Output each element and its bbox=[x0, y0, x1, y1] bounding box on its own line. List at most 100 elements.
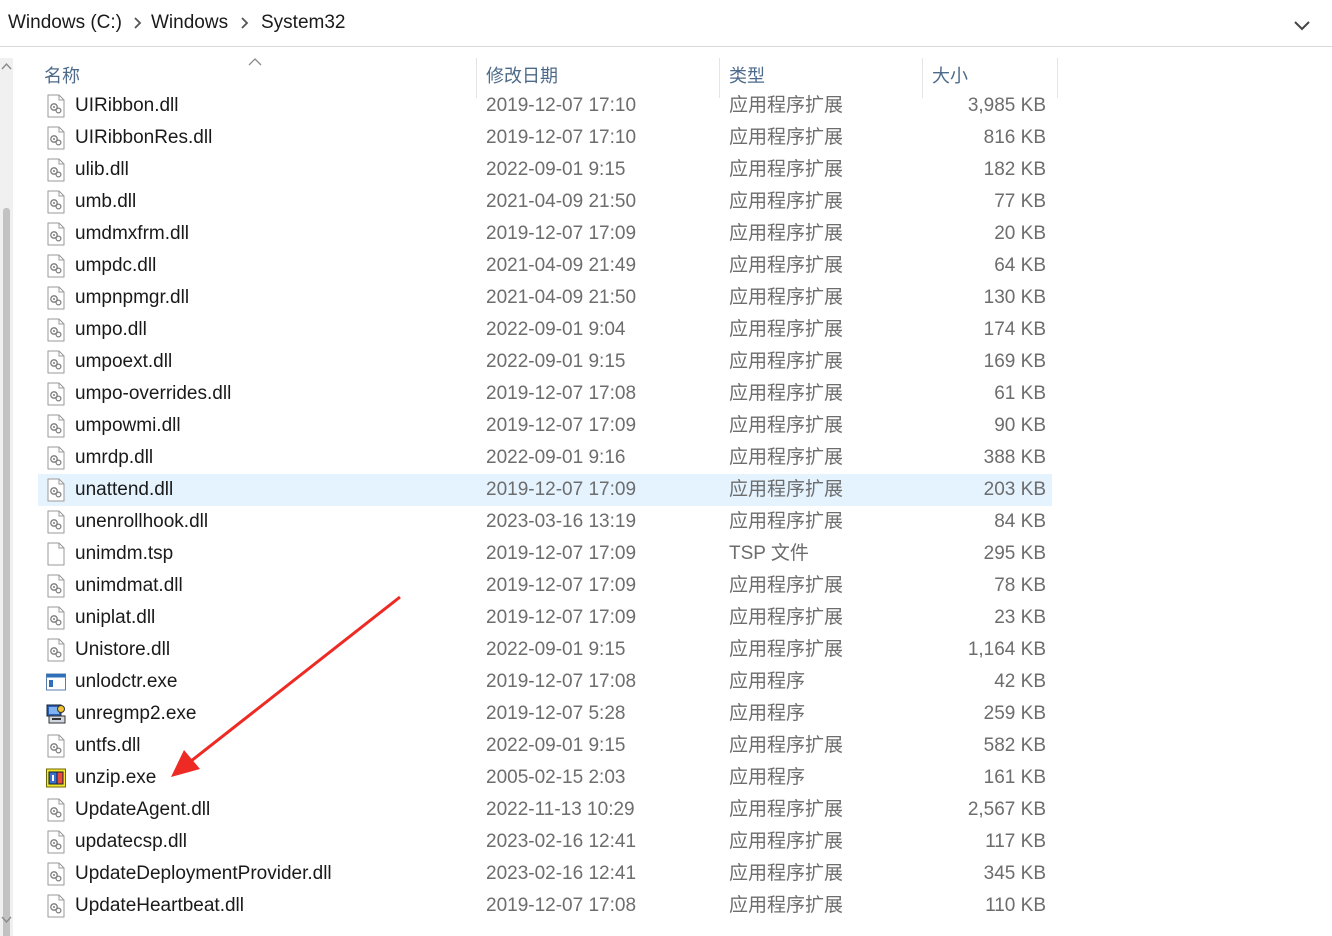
address-bar[interactable]: Windows (C:) Windows System32 bbox=[0, 0, 1332, 47]
file-row[interactable]: umpo-overrides.dll 2019-12-07 17:08 应用程序扩展… bbox=[38, 378, 1052, 410]
file-date: 2019-12-07 17:08 bbox=[486, 383, 637, 404]
file-row[interactable]: umrdp.dll 2022-09-01 9:16 应用程序扩展 388 KB bbox=[38, 442, 1052, 474]
file-row[interactable]: UIRibbon.dll 2019-12-07 17:10 应用程序扩展 3,985 … bbox=[38, 90, 1052, 122]
file-size: 816 KB bbox=[983, 127, 1046, 148]
file-size: 259 KB bbox=[983, 703, 1046, 724]
file-row-selected[interactable]: unattend.dll 2019-12-07 17:09 应用程序扩展 203 KB bbox=[38, 474, 1052, 506]
file-date: 2019-12-07 17:09 bbox=[486, 575, 637, 596]
dll-icon bbox=[46, 798, 66, 822]
file-date: 2021-04-09 21:50 bbox=[486, 287, 637, 308]
file-row[interactable]: umpnpmgr.dll 2021-04-09 21:50 应用程序扩展 130 KB bbox=[38, 282, 1052, 314]
file-row[interactable]: UpdateAgent.dll 2022-11-13 10:29 应用程序扩展 2,5… bbox=[38, 794, 1052, 826]
exe-window-icon bbox=[46, 670, 66, 694]
file-size: 1,164 KB bbox=[967, 639, 1046, 660]
dll-icon bbox=[46, 414, 66, 438]
file-row[interactable]: UIRibbonRes.dll 2019-12-07 17:10 应用程序扩展 816… bbox=[38, 122, 1052, 154]
file-row[interactable]: unzip.exe 2005-02-15 2:03 应用程序 161 KB bbox=[38, 762, 1052, 794]
file-size: 23 KB bbox=[994, 607, 1046, 628]
chevron-right-icon[interactable] bbox=[131, 12, 145, 34]
file-type: 应用程序扩展 bbox=[729, 351, 844, 372]
file-date: 2023-03-16 13:19 bbox=[486, 511, 637, 532]
file-row[interactable]: unregmp2.exe 2019-12-07 5:28 应用程序 259 KB bbox=[38, 698, 1052, 730]
file-type: 应用程序扩展 bbox=[729, 863, 844, 884]
file-date: 2022-09-01 9:16 bbox=[486, 447, 626, 468]
file-name: UIRibbonRes.dll bbox=[75, 127, 213, 148]
breadcrumb-item-windows[interactable]: Windows bbox=[151, 10, 228, 36]
file-name: umpowmi.dll bbox=[75, 415, 181, 436]
file-row[interactable]: unlodctr.exe 2019-12-07 17:08 应用程序 42 KB bbox=[38, 666, 1052, 698]
file-row[interactable]: umpo.dll 2022-09-01 9:04 应用程序扩展 174 KB bbox=[38, 314, 1052, 346]
file-size: 110 KB bbox=[985, 895, 1046, 916]
file-row[interactable]: uniplat.dll 2019-12-07 17:09 应用程序扩展 23 KB bbox=[38, 602, 1052, 634]
file-date: 2019-12-07 17:09 bbox=[486, 415, 637, 436]
file-type: 应用程序扩展 bbox=[729, 831, 844, 852]
file-date: 2019-12-07 17:09 bbox=[486, 223, 637, 244]
file-name: unimdm.tsp bbox=[75, 543, 174, 564]
file-row[interactable]: unenrollhook.dll 2023-03-16 13:19 应用程序扩展 84… bbox=[38, 506, 1052, 538]
chevron-down-icon[interactable] bbox=[1288, 12, 1316, 38]
file-type: 应用程序扩展 bbox=[729, 639, 844, 660]
file-row[interactable]: untfs.dll 2022-09-01 9:15 应用程序扩展 582 KB bbox=[38, 730, 1052, 762]
file-type: 应用程序扩展 bbox=[729, 319, 844, 340]
breadcrumb-item-system32[interactable]: System32 bbox=[261, 10, 345, 36]
column-header-size[interactable]: 大小 bbox=[924, 58, 1056, 92]
file-type: 应用程序扩展 bbox=[729, 799, 844, 820]
file-type: 应用程序扩展 bbox=[729, 735, 844, 756]
file-row[interactable]: umpdc.dll 2021-04-09 21:49 应用程序扩展 64 KB bbox=[38, 250, 1052, 282]
dll-icon bbox=[46, 862, 66, 886]
file-date: 2019-12-07 17:09 bbox=[486, 607, 637, 628]
file-name: unattend.dll bbox=[75, 479, 174, 500]
dll-icon bbox=[46, 126, 66, 150]
file-date: 2019-12-07 17:10 bbox=[486, 95, 637, 116]
column-header-row: 名称 修改日期 类型 大小 bbox=[0, 58, 1332, 98]
file-name: umpo-overrides.dll bbox=[75, 383, 232, 404]
file-date: 2021-04-09 21:50 bbox=[486, 191, 637, 212]
file-size: 77 KB bbox=[994, 191, 1046, 212]
file-row[interactable]: UpdateDeploymentProvider.dll 2023-02-16 1… bbox=[38, 858, 1052, 890]
file-date: 2023-02-16 12:41 bbox=[486, 863, 637, 884]
dll-icon bbox=[46, 382, 66, 406]
file-size: 61 KB bbox=[994, 383, 1046, 404]
column-header-type[interactable]: 类型 bbox=[721, 58, 921, 92]
file-size: 345 KB bbox=[983, 863, 1046, 884]
file-name: UpdateHeartbeat.dll bbox=[75, 895, 244, 916]
file-row[interactable]: umpoext.dll 2022-09-01 9:15 应用程序扩展 169 KB bbox=[38, 346, 1052, 378]
media-installer-icon bbox=[46, 702, 66, 726]
file-name: umpo.dll bbox=[75, 319, 147, 340]
file-size: 295 KB bbox=[983, 543, 1046, 564]
file-size: 169 KB bbox=[983, 351, 1046, 372]
file-row[interactable]: UpdateHeartbeat.dll 2019-12-07 17:08 应用程序扩… bbox=[38, 890, 1052, 922]
file-type: 应用程序扩展 bbox=[729, 479, 844, 500]
breadcrumb-item-drive[interactable]: Windows (C:) bbox=[8, 10, 122, 36]
dll-icon bbox=[46, 446, 66, 470]
file-date: 2019-12-07 17:08 bbox=[486, 671, 637, 692]
file-size: 203 KB bbox=[983, 479, 1046, 500]
file-date: 2019-12-07 5:28 bbox=[486, 703, 626, 724]
file-name: updatecsp.dll bbox=[75, 831, 187, 852]
file-size: 582 KB bbox=[983, 735, 1046, 756]
file-row[interactable]: unimdmat.dll 2019-12-07 17:09 应用程序扩展 78 KB bbox=[38, 570, 1052, 602]
file-type: 应用程序扩展 bbox=[729, 575, 844, 596]
file-row[interactable]: updatecsp.dll 2023-02-16 12:41 应用程序扩展 117 K… bbox=[38, 826, 1052, 858]
dll-icon bbox=[46, 734, 66, 758]
dll-icon bbox=[46, 158, 66, 182]
column-header-date[interactable]: 修改日期 bbox=[478, 58, 718, 92]
file-row[interactable]: umpowmi.dll 2019-12-07 17:09 应用程序扩展 90 KB bbox=[38, 410, 1052, 442]
file-row[interactable]: umb.dll 2021-04-09 21:50 应用程序扩展 77 KB bbox=[38, 186, 1052, 218]
file-row[interactable]: Unistore.dll 2022-09-01 9:15 应用程序扩展 1,164 K… bbox=[38, 634, 1052, 666]
file-name: umrdp.dll bbox=[75, 447, 154, 468]
file-date: 2022-09-01 9:04 bbox=[486, 319, 626, 340]
blank-file-icon bbox=[46, 542, 66, 566]
chevron-right-icon[interactable] bbox=[238, 12, 252, 34]
column-header-name[interactable]: 名称 bbox=[36, 58, 476, 92]
file-size: 117 KB bbox=[985, 831, 1046, 852]
file-date: 2023-02-16 12:41 bbox=[486, 831, 637, 852]
file-row[interactable]: umdmxfrm.dll 2019-12-07 17:09 应用程序扩展 20 KB bbox=[38, 218, 1052, 250]
file-size: 90 KB bbox=[994, 415, 1046, 436]
unzip-app-icon bbox=[46, 766, 66, 790]
file-size: 2,567 KB bbox=[967, 799, 1046, 820]
file-type: 应用程序 bbox=[729, 703, 806, 724]
file-row[interactable]: unimdm.tsp 2019-12-07 17:09 TSP 文件 295 KB bbox=[38, 538, 1052, 570]
file-date: 2022-09-01 9:15 bbox=[486, 159, 626, 180]
file-row[interactable]: ulib.dll 2022-09-01 9:15 应用程序扩展 182 KB bbox=[38, 154, 1052, 186]
